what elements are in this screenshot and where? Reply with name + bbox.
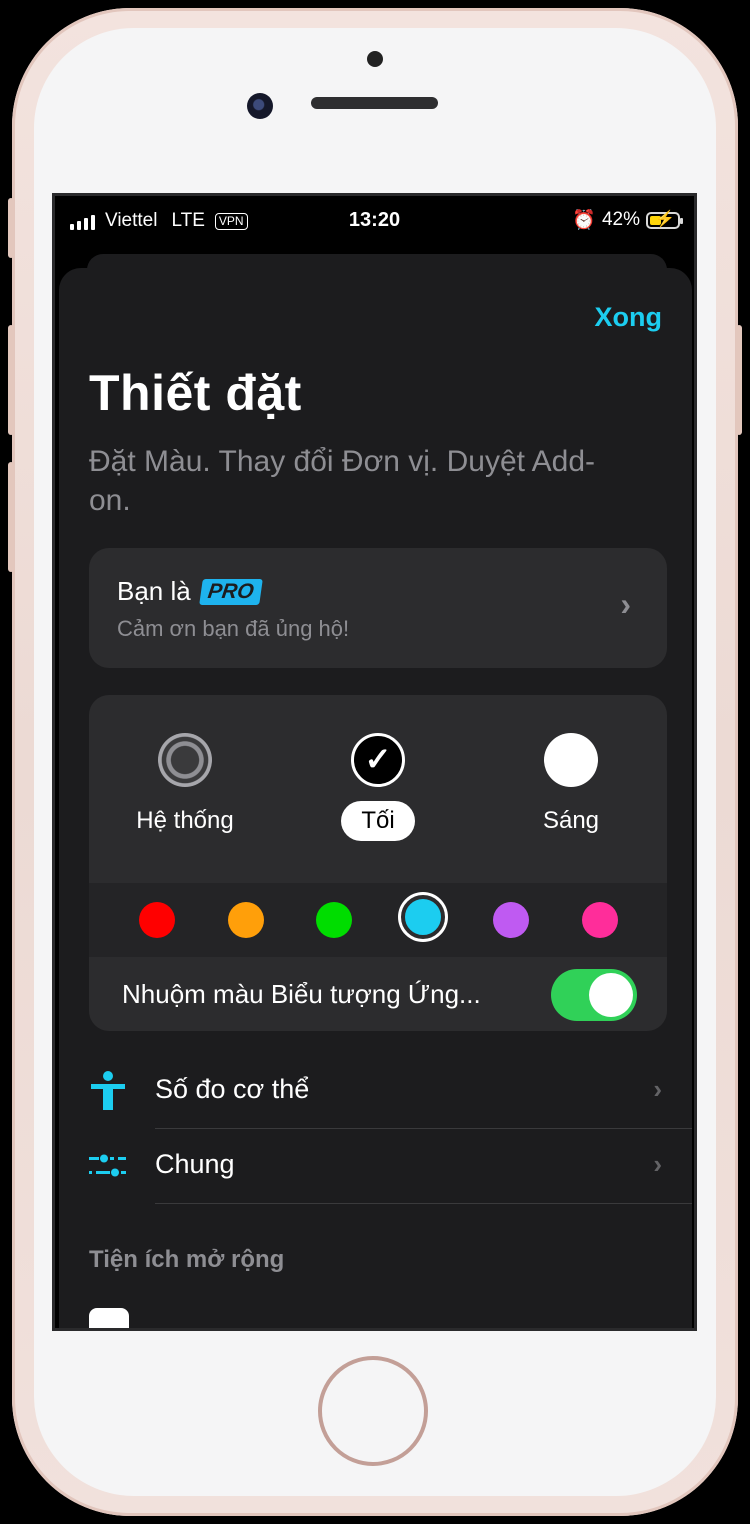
page-subtitle: Đặt Màu. Thay đổi Đơn vị. Duyệt Add-on. [89,445,596,517]
charging-bolt-icon: ⚡ [655,210,675,228]
tint-icon-toggle[interactable] [551,969,637,1021]
menu-item-general[interactable]: Chung › [59,1129,692,1203]
theme-label-system: Hệ thống [136,807,234,834]
light-circle-icon [544,733,598,787]
pro-subtitle: Cảm ơn bạn đã ủng hộ! [117,616,350,641]
accent-color-row [89,883,667,957]
checkmark-icon: ✓ [351,733,405,787]
toggle-knob [589,973,633,1017]
front-camera [247,93,273,119]
settings-sheet: Xong Thiết đặt Đặt Màu. Thay đổi Đơn vị.… [59,268,692,1328]
person-icon [91,1071,125,1110]
theme-option-dark[interactable]: ✓ Tối [298,733,458,841]
extensions-section-header: Tiện ích mở rộng [89,1246,285,1273]
tint-icon-label: Nhuộm màu Biểu tượng Ứng... [122,979,481,1009]
color-swatch[interactable] [316,902,352,938]
page-title: Thiết đặt [89,365,302,421]
status-bar: Viettel LTE VPN 13:20 ⏰ 42% ⚡ [55,196,694,248]
battery-icon: ⚡ [646,210,683,229]
gear-icon [158,733,212,787]
pro-badge: PRO [198,578,263,605]
pro-status-card[interactable]: Bạn là PRO Cảm ơn bạn đã ủng hộ! › [89,548,667,668]
volume-up-button [8,325,14,435]
chevron-right-icon: › [653,1074,662,1104]
color-swatch[interactable] [493,902,529,938]
color-swatch[interactable] [139,902,175,938]
mute-switch [8,198,14,258]
earpiece-speaker [311,97,438,109]
status-right: ⏰ 42% ⚡ [572,208,683,232]
screen: Viettel LTE VPN 13:20 ⏰ 42% ⚡ Xong Thiết… [52,193,697,1331]
appearance-card: Hệ thống ✓ Tối Sáng Nhuộm màu Biểu tượng… [89,695,667,1031]
proximity-sensor [367,51,383,67]
menu-item-label: Số đo cơ thể [155,1074,310,1104]
sliders-icon [89,1154,126,1177]
color-swatch[interactable] [582,902,618,938]
color-swatch[interactable] [401,895,445,939]
home-button[interactable] [318,1356,428,1466]
power-button [736,325,742,435]
done-button[interactable]: Xong [595,302,663,333]
color-swatch[interactable] [228,902,264,938]
alarm-icon: ⏰ [572,210,596,231]
theme-label-light: Sáng [542,807,600,834]
menu-item-body-measurements[interactable]: Số đo cơ thể › [59,1054,692,1128]
theme-option-light[interactable]: Sáng [491,733,651,841]
divider [155,1203,692,1204]
chevron-right-icon: › [653,1149,662,1179]
battery-percent: 42% [601,209,640,230]
volume-down-button [8,462,14,572]
theme-label-dark: Tối [341,801,415,841]
chevron-right-icon: › [620,586,631,622]
pro-title-label: Bạn là [117,576,191,606]
apple-health-icon[interactable] [89,1308,129,1328]
pro-title: Bạn là PRO [117,576,263,607]
menu-item-label: Chung [155,1149,235,1179]
theme-option-system[interactable]: Hệ thống [105,733,265,841]
tint-icon-row: Nhuộm màu Biểu tượng Ứng... [89,957,667,1031]
